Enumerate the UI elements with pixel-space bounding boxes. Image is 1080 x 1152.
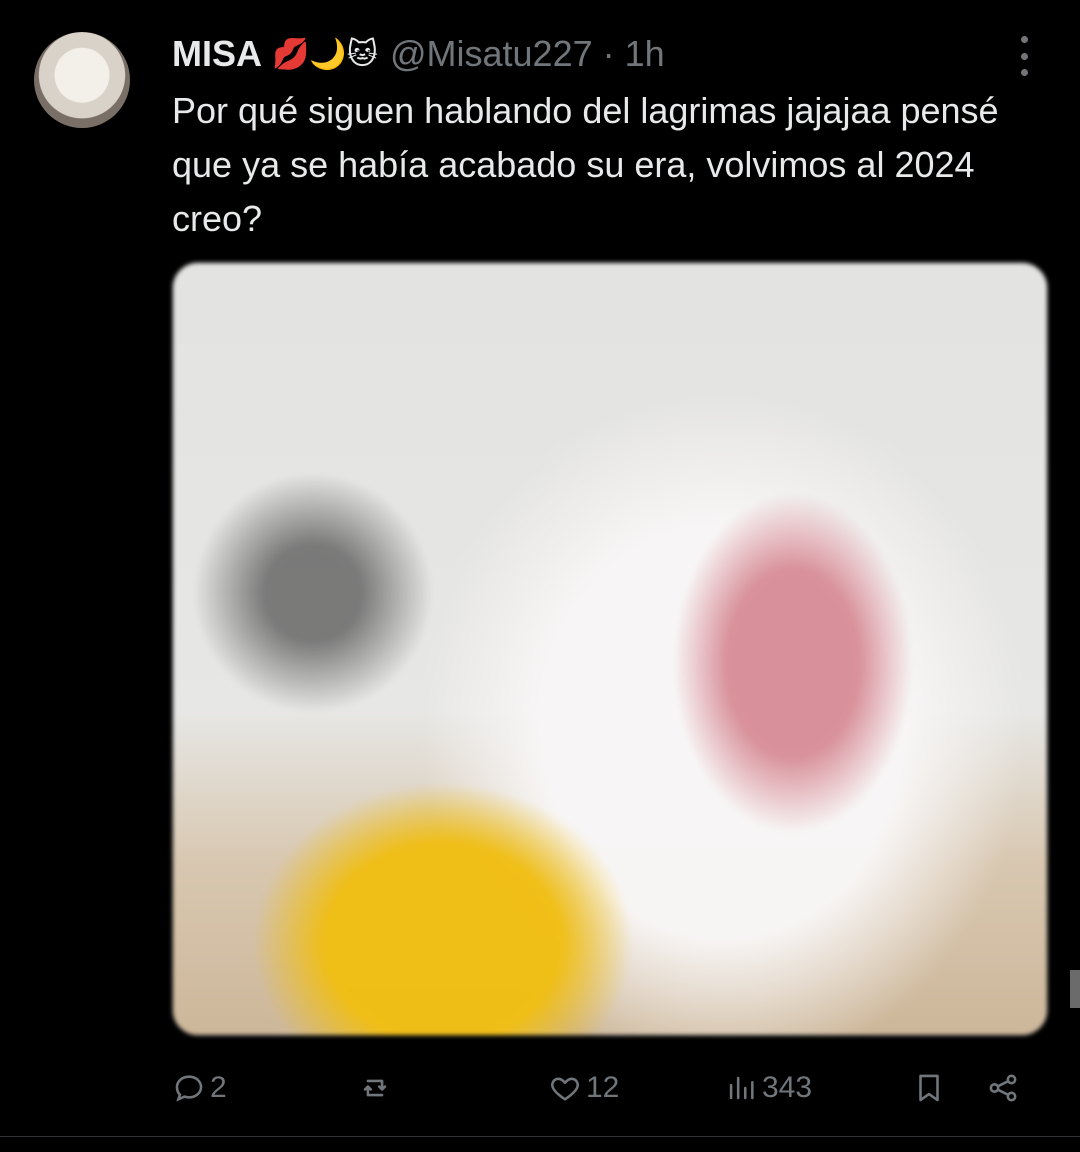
tweet-text: Por qué siguen hablando del lagrimas jaj…: [172, 90, 999, 239]
avatar[interactable]: [34, 32, 130, 128]
share-button[interactable]: [986, 1058, 1020, 1118]
views-button[interactable]: 343: [724, 1058, 812, 1118]
more-icon[interactable]: [1008, 36, 1040, 76]
timestamp[interactable]: 1h: [625, 33, 665, 75]
separator-dot: ·: [602, 33, 615, 74]
author-name[interactable]: MISA: [172, 33, 262, 75]
reply-count: 2: [210, 1071, 227, 1104]
views-count: 343: [762, 1071, 813, 1104]
scrollbar[interactable]: [1070, 970, 1080, 1008]
repost-button[interactable]: [358, 1058, 396, 1118]
author-handle[interactable]: @Misatu227: [390, 33, 593, 75]
views-icon: [729, 1076, 754, 1100]
tweet-image[interactable]: [172, 262, 1048, 1036]
like-button[interactable]: 12: [548, 1058, 619, 1118]
author-emojis: 💋🌙🐱: [272, 36, 378, 72]
divider: [0, 1136, 1080, 1137]
reply-button[interactable]: 2: [172, 1058, 227, 1118]
bookmark-icon: [919, 1074, 939, 1102]
repost-icon: [363, 1079, 387, 1097]
action-bar: 2 12 343: [172, 1058, 1052, 1118]
reply-icon: [175, 1075, 203, 1102]
share-icon: [989, 1074, 1017, 1102]
like-count: 12: [586, 1071, 620, 1104]
bookmark-button[interactable]: [912, 1058, 946, 1118]
like-icon: [551, 1077, 579, 1101]
tweet-header: MISA 💋🌙🐱 @Misatu227 · 1h: [172, 28, 665, 80]
